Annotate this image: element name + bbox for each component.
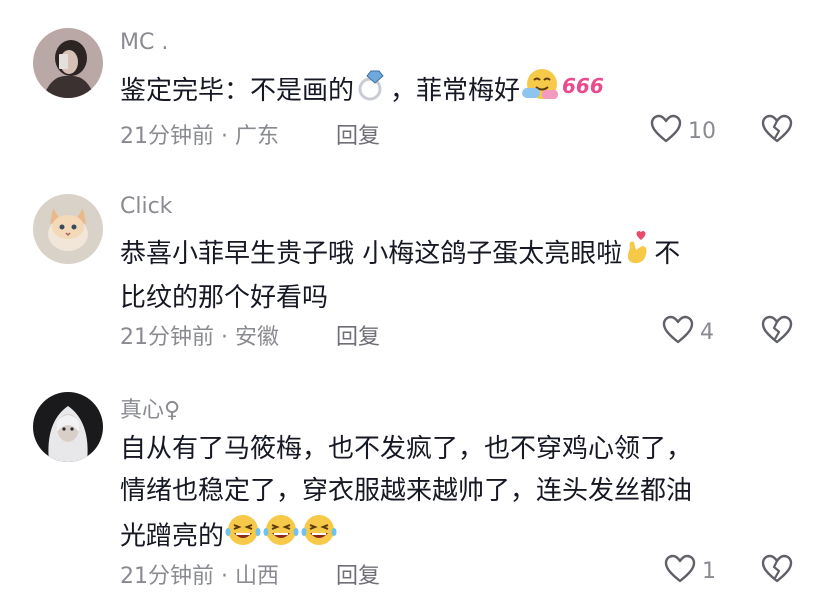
comment-text-part: ，菲常梅好 [390,76,521,106]
broken-heart-icon [760,315,794,349]
avatar[interactable] [33,194,103,264]
comment-text-part: 恭喜小菲早生贵子哦 小梅这鸽子蛋太亮眼啦 [120,239,623,269]
dislike-button[interactable] [760,554,794,588]
comment-meta: 21分钟前 · 山西 [120,564,279,589]
comment-text-part: 鉴定完毕：不是画的 [120,76,355,106]
comment-text-line: 比纹的那个好看吗 [120,283,329,313]
username[interactable]: 真心♀ [120,392,180,424]
laughing-emoji [300,512,338,561]
heart-outline-icon [650,114,682,148]
svg-text:666: 666 [562,74,604,98]
comment-item: MC . 鉴定完毕：不是画的 ，菲常梅好 666 21分钟前 · 广东 回复 1… [0,0,827,180]
comment-text: 恭喜小菲早生贵子哦 小梅这鸽子蛋太亮眼啦 不 比纹的那个好看吗 [120,230,800,318]
like-button[interactable]: 1 [664,554,716,588]
comment-text: 鉴定完毕：不是画的 ，菲常梅好 666 [120,66,800,116]
comment-text-part: 不 [654,239,681,269]
comment-text-line: 情绪也稳定了，穿衣服越来越帅了，连头发丝都油 [120,476,693,506]
laughing-emoji [262,512,300,561]
like-count: 10 [688,118,716,144]
like-button[interactable]: 4 [662,315,714,349]
comment-meta: 21分钟前 · 广东 [120,124,279,149]
avatar[interactable] [33,392,103,462]
reply-button[interactable]: 回复 [336,319,380,351]
reply-button[interactable]: 回复 [336,118,380,150]
comment-text-line: 自从有了马筱梅，也不发疯了，也不穿鸡心领了， [120,434,693,464]
like-button[interactable]: 10 [650,114,716,148]
666-emoji: 666 [560,70,606,112]
like-count: 1 [702,558,716,584]
broken-heart-icon [760,114,794,148]
reply-button[interactable]: 回复 [336,558,380,590]
username[interactable]: MC . [120,30,168,55]
username[interactable]: Click [120,194,172,219]
avatar[interactable] [33,28,103,98]
laughing-emoji [224,512,262,561]
dislike-button[interactable] [760,114,794,148]
comment-text: 自从有了马筱梅，也不发疯了，也不穿鸡心领了， 情绪也稳定了，穿衣服越来越帅了，连… [120,428,800,561]
broken-heart-icon [760,554,794,588]
finger-heart-emoji [622,230,654,278]
heart-outline-icon [664,554,696,588]
comment-meta: 21分钟前 · 安徽 [120,325,279,350]
like-count: 4 [700,319,714,345]
heart-outline-icon [662,315,694,349]
comment-item: Click 恭喜小菲早生贵子哦 小梅这鸽子蛋太亮眼啦 不 比纹的那个好看吗 21… [0,180,827,370]
dislike-button[interactable] [760,315,794,349]
comment-item: 真心♀ 自从有了马筱梅，也不发疯了，也不穿鸡心领了， 情绪也稳定了，穿衣服越来越… [0,370,827,592]
hug-emoji [520,66,560,116]
comment-text-part: 光蹭亮的 [120,521,225,552]
ring-emoji [354,67,390,115]
